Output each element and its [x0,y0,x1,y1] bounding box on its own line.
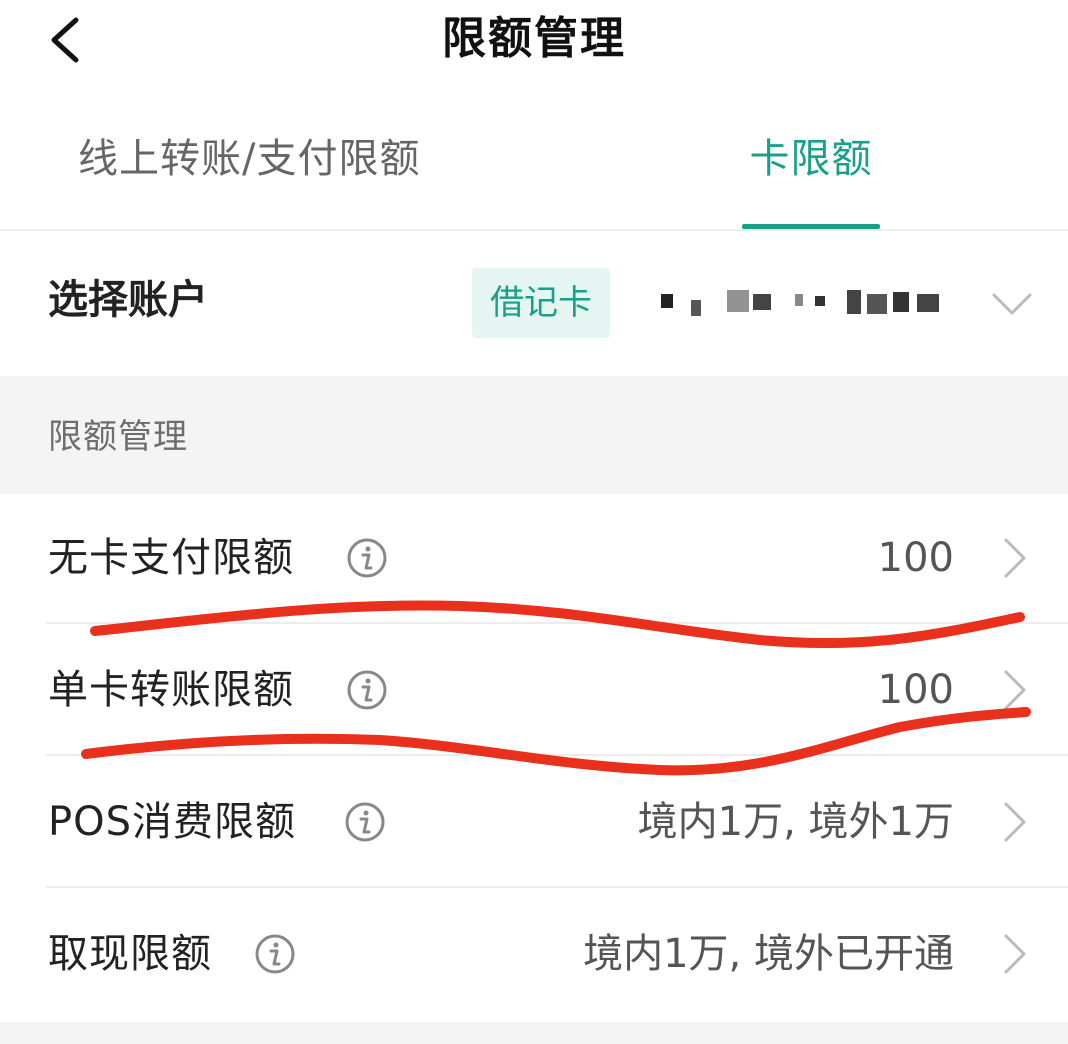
info-icon[interactable] [346,669,388,711]
row-label: 无卡支付限额 [48,535,294,581]
row-value: 境内1万, 境外1万 [637,799,954,845]
row-label: 取现限额 [48,931,212,977]
chevron-right-icon [1004,934,1026,974]
row-value: 100 [877,535,954,581]
tab-online-transfer-limit[interactable]: 线上转账/支付限额 [78,128,420,190]
chevron-down-icon[interactable] [990,283,1034,323]
limit-row-cardless-payment[interactable]: 无卡支付限额 100 [0,492,1068,624]
chevron-right-icon [1004,802,1026,842]
bottom-spacer [0,1022,1068,1044]
chevron-right-icon [1004,538,1026,578]
info-icon[interactable] [346,537,388,579]
chevron-right-icon [1004,670,1026,710]
row-value: 100 [877,667,954,713]
info-icon[interactable] [254,933,296,975]
debit-card-badge: 借记卡 [472,268,610,338]
limit-row-single-card-transfer[interactable]: 单卡转账限额 100 [0,624,1068,756]
info-icon[interactable] [344,801,386,843]
tab-card-limit[interactable]: 卡限额 [742,128,880,190]
masked-account-number [661,290,939,316]
row-label: 单卡转账限额 [48,667,294,713]
page-title: 限额管理 [442,13,626,64]
row-value: 境内1万, 境外已开通 [583,931,954,977]
row-label: POS消费限额 [48,799,296,845]
limit-row-pos-consumption[interactable]: POS消费限额 境内1万, 境外1万 [0,756,1068,888]
account-label: 选择账户 [48,277,208,323]
section-title: 限额管理 [48,417,188,457]
limit-row-cash-withdrawal[interactable]: 取现限额 境内1万, 境外已开通 [0,888,1068,1020]
